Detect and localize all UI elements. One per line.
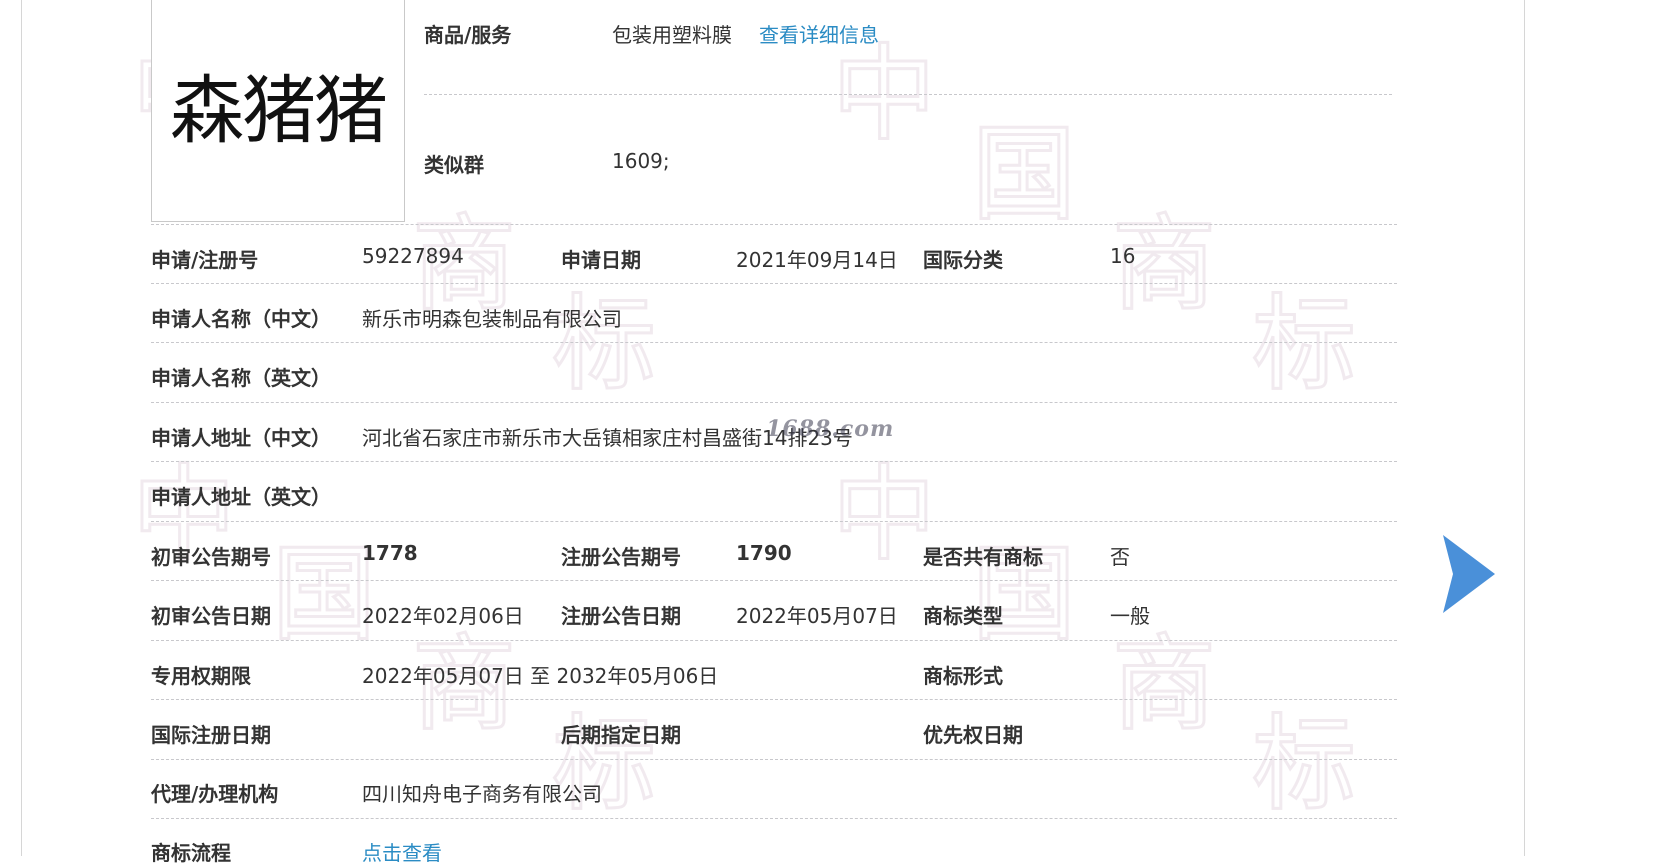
later-designation-label: 后期指定日期 <box>561 723 681 747</box>
shared-label: 是否共有商标 <box>923 545 1043 569</box>
divider <box>151 461 1397 462</box>
divider <box>151 580 1397 581</box>
tm-form-label: 商标形式 <box>923 664 1003 688</box>
divider <box>151 818 1397 819</box>
page-border-left <box>21 0 22 856</box>
reg-date-label: 注册公告日期 <box>561 604 681 628</box>
agent-value: 四川知舟电子商务有限公司 <box>362 782 602 806</box>
reg-issue-label: 注册公告期号 <box>561 545 681 569</box>
app-date-label: 申请日期 <box>561 248 641 272</box>
address-cn-label: 申请人地址（中文） <box>151 426 331 450</box>
trademark-image: 森猪猪 <box>151 0 405 222</box>
similar-group-label: 类似群 <box>424 153 484 177</box>
prelim-issue-label: 初审公告期号 <box>151 545 271 569</box>
prelim-date-label: 初审公告日期 <box>151 604 271 628</box>
watermark-char: 标 <box>1252 283 1356 405</box>
validity-value: 2022年05月07日 至 2032年05月06日 <box>362 664 719 688</box>
next-arrow-icon[interactable] <box>1443 535 1495 613</box>
watermark-char: 商 <box>1112 623 1216 745</box>
intl-reg-date-label: 国际注册日期 <box>151 723 271 747</box>
reg-issue-value: 1790 <box>736 541 792 565</box>
watermark-char: 中 <box>832 453 936 575</box>
page-border-right <box>1524 0 1525 856</box>
applicant-en-label: 申请人名称（英文） <box>151 366 331 390</box>
priority-date-label: 优先权日期 <box>923 723 1023 747</box>
watermark-char: 国 <box>272 533 376 655</box>
watermark-char: 标 <box>552 283 656 405</box>
goods-services-value: 包装用塑料膜 <box>612 23 732 47</box>
divider <box>151 402 1397 403</box>
reg-date-value: 2022年05月07日 <box>736 604 898 628</box>
tm-type-value: 一般 <box>1110 604 1150 628</box>
site-watermark: 1688.com <box>766 416 895 442</box>
view-details-link[interactable]: 查看详细信息 <box>759 19 879 48</box>
prelim-issue-value: 1778 <box>362 541 418 565</box>
divider <box>151 283 1397 284</box>
similar-group-value: 1609; <box>612 149 670 173</box>
divider <box>151 759 1397 760</box>
divider <box>151 342 1397 343</box>
address-en-label: 申请人地址（英文） <box>151 485 331 509</box>
agent-label: 代理/办理机构 <box>151 782 279 806</box>
app-date-value: 2021年09月14日 <box>736 248 898 272</box>
reg-no-label: 申请/注册号 <box>151 248 259 272</box>
applicant-cn-label: 申请人名称（中文） <box>151 307 331 331</box>
process-view-link[interactable]: 点击查看 <box>362 837 442 866</box>
watermark-char: 标 <box>1252 703 1356 825</box>
tm-type-label: 商标类型 <box>923 604 1003 628</box>
divider <box>151 521 1397 522</box>
intl-class-value: 16 <box>1110 244 1136 268</box>
watermark-char: 国 <box>972 113 1076 235</box>
divider <box>151 224 1397 225</box>
prelim-date-value: 2022年02月06日 <box>362 604 524 628</box>
applicant-cn-value: 新乐市明森包装制品有限公司 <box>362 307 622 331</box>
process-label: 商标流程 <box>151 841 231 865</box>
goods-services-label: 商品/服务 <box>424 23 512 47</box>
divider <box>424 94 1392 95</box>
reg-no-value: 59227894 <box>362 244 464 268</box>
validity-label: 专用权期限 <box>151 664 251 688</box>
intl-class-label: 国际分类 <box>923 248 1003 272</box>
divider <box>151 640 1397 641</box>
divider <box>151 699 1397 700</box>
shared-value: 否 <box>1110 545 1130 569</box>
trademark-image-text: 森猪猪 <box>170 67 388 154</box>
